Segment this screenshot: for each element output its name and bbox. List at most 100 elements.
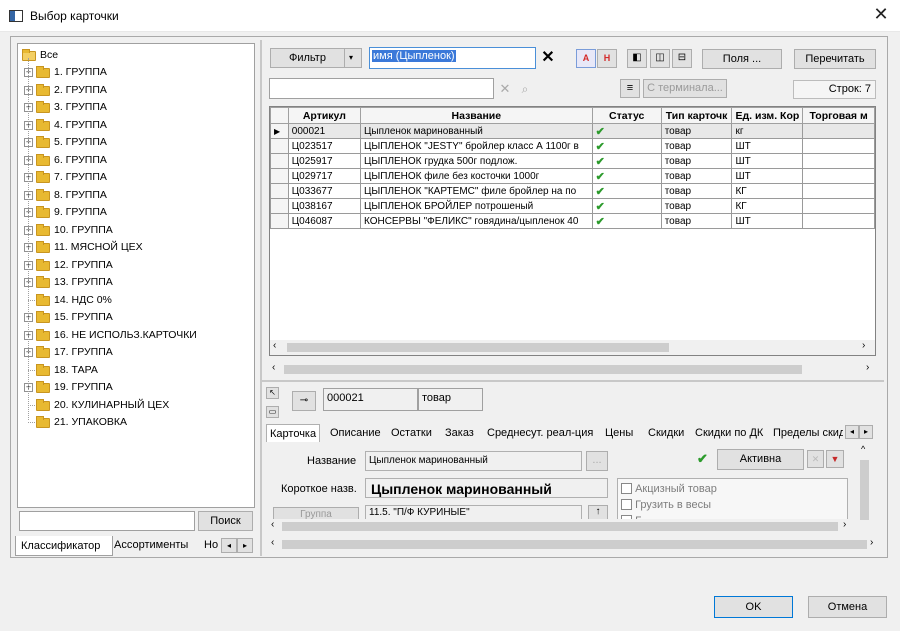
tree-item[interactable]: +19. ГРУППА [22, 379, 242, 396]
layout-columns-icon[interactable]: ◫ [650, 49, 670, 68]
short-name-field[interactable]: Цыпленок маринованный [365, 478, 608, 498]
tree-search-input[interactable] [19, 511, 195, 531]
detail-tab[interactable]: Описание [330, 424, 381, 442]
tree-item[interactable]: 18. ТАРА [22, 362, 242, 379]
column-header[interactable]: Статус [591, 107, 662, 124]
tab-assortments[interactable]: Ассортименты [114, 536, 202, 554]
cards-grid[interactable]: Артикул Название Статус Тип карточк Ед. изм.… [269, 106, 876, 356]
column-header[interactable]: Ед. изм. Кор [731, 107, 804, 124]
name-ellipsis-button[interactable]: ... [586, 451, 608, 471]
grid-hscrollbar[interactable]: ‹ › [270, 340, 875, 355]
bottom-scroll-left-icon[interactable]: ‹ [271, 537, 274, 548]
table-cell[interactable]: ШТ [731, 153, 804, 169]
classifier-tree[interactable]: Все +1. ГРУППА +2. ГРУППА +3. ГРУППА +4. ГР… [17, 43, 255, 508]
tree-item[interactable]: +7. ГРУППА [22, 169, 242, 186]
table-cell[interactable]: ШТ [731, 138, 804, 154]
tree-item[interactable]: +2. ГРУППА [22, 82, 242, 99]
flags-list[interactable]: Акцизный товар Грузить в весы Б [617, 478, 848, 519]
table-cell[interactable]: ✔ [591, 138, 662, 154]
table-cell[interactable]: ЦЫПЛЕНОК "КАРТЕМС" филе бройлер на по [360, 183, 593, 199]
table-row[interactable]: Ц029717 ЦЫПЛЕНОК филе без косточки 1000г ✔… [270, 168, 875, 184]
detail-scroll-right-icon[interactable]: › [843, 519, 846, 530]
table-cell[interactable]: ✔ [591, 153, 662, 169]
clear-status-icon[interactable]: ✕ [807, 450, 824, 468]
table-cell[interactable]: Ц038167 [287, 198, 362, 214]
table-cell[interactable] [802, 123, 875, 139]
detail-vscroll-thumb[interactable] [860, 460, 869, 520]
table-cell[interactable]: 000021 [287, 123, 362, 139]
collapse-icon[interactable]: ↖ [266, 387, 279, 399]
table-cell[interactable]: Ц046087 [287, 213, 362, 229]
detail-tab[interactable]: Пределы скид [773, 424, 843, 442]
tree-item[interactable]: +8. ГРУППА [22, 187, 242, 204]
column-header[interactable]: Название [360, 107, 593, 124]
detail-scroll-up-icon[interactable]: ^ [861, 444, 865, 454]
tree-item[interactable]: +3. ГРУППА [22, 99, 242, 116]
table-cell[interactable]: товар [660, 153, 733, 169]
table-cell[interactable]: товар [660, 198, 733, 214]
detail-tab[interactable]: Остатки [391, 424, 432, 442]
outer-scroll-left-icon[interactable]: ‹ [272, 362, 275, 373]
horizontal-splitter[interactable] [262, 380, 884, 382]
search-icon[interactable]: ⌕ [516, 80, 534, 98]
column-header[interactable]: Торговая м [802, 107, 875, 124]
detail-hscroll-thumb[interactable] [282, 522, 838, 531]
table-cell[interactable]: ШТ [731, 213, 804, 229]
clear-filter-icon[interactable]: ✕ [538, 48, 558, 69]
outer-hscroll-thumb[interactable] [284, 365, 802, 374]
tree-item[interactable]: +12. ГРУППА [22, 257, 242, 274]
bottom-hscrollbar[interactable]: ‹ › [267, 537, 881, 552]
menu-icon[interactable]: ≡ [620, 79, 640, 98]
table-cell[interactable] [802, 153, 875, 169]
status-dropdown-icon[interactable]: ▼ [826, 450, 844, 468]
tree-item[interactable]: +16. НЕ ИСПОЛЬЗ.КАРТОЧКИ [22, 327, 242, 344]
clear-search-icon[interactable]: ✕ [496, 80, 514, 98]
tree-item[interactable]: +17. ГРУППА [22, 344, 242, 361]
tab-classifier[interactable]: Классификатор [15, 536, 113, 556]
table-cell[interactable]: ЦЫПЛЕНОК грудка 500г подлож. [360, 153, 593, 169]
table-cell[interactable]: КГ [731, 183, 804, 199]
table-row[interactable]: Ц046087 КОНСЕРВЫ "ФЕЛИКС" говядина/цыплен… [270, 213, 875, 229]
detail-tab[interactable]: Скидки [648, 424, 684, 442]
tab-scroll-left-icon[interactable]: ◂ [221, 538, 237, 553]
tree-item[interactable]: +5. ГРУППА [22, 134, 242, 151]
table-cell[interactable]: Ц025917 [287, 153, 362, 169]
tree-item[interactable]: +11. МЯСНОЙ ЦЕХ [22, 239, 242, 256]
detail-scroll-left-icon[interactable]: ‹ [271, 519, 274, 530]
table-cell[interactable] [802, 213, 875, 229]
close-icon[interactable]: ✕ [868, 4, 894, 26]
table-cell[interactable]: товар [660, 138, 733, 154]
table-cell[interactable]: Ц029717 [287, 168, 362, 184]
table-row[interactable]: Ц038167 ЦЫПЛЕНОК БРОЙЛЕР потрошеный ✔ товар… [270, 198, 875, 214]
table-cell[interactable]: ✔ [591, 213, 662, 229]
ok-button[interactable]: OK [714, 596, 793, 618]
filter-value-field[interactable]: имя (Цыпленок) [369, 47, 536, 69]
table-cell[interactable] [802, 183, 875, 199]
table-cell[interactable]: ЦЫПЛЕНОК "JESTY" бройлер класс А 1100г в [360, 138, 593, 154]
tree-item[interactable]: 21. УПАКОВКА [22, 414, 242, 431]
folder-icon[interactable]: ▭ [266, 406, 279, 418]
detail-tab[interactable]: Среднесут. реал-ция [487, 424, 593, 442]
table-cell[interactable] [802, 198, 875, 214]
table-cell[interactable] [802, 138, 875, 154]
detail-tab-right-icon[interactable]: ▸ [859, 425, 873, 439]
layout-rows-icon[interactable]: ⊟ [672, 49, 692, 68]
checkbox-scales[interactable] [621, 499, 632, 510]
font-a-button[interactable]: A [576, 49, 596, 68]
fields-button[interactable]: Поля ... [702, 49, 782, 69]
table-cell[interactable]: ШТ [731, 168, 804, 184]
layout-left-icon[interactable]: ◧ [627, 49, 647, 68]
table-cell[interactable]: Ц033677 [287, 183, 362, 199]
table-cell[interactable]: кг [731, 123, 804, 139]
outer-hscrollbar[interactable]: ‹ › [268, 362, 880, 377]
tab-scroll-right-icon[interactable]: ▸ [237, 538, 253, 553]
tree-item[interactable]: +4. ГРУППА [22, 117, 242, 134]
tree-item[interactable]: 20. КУЛИНАРНЫЙ ЦЕХ [22, 397, 242, 414]
group-button[interactable]: Группа [273, 507, 359, 519]
detail-vscrollbar[interactable]: ^ [857, 444, 872, 536]
filter-button[interactable]: Фильтр ▾ [270, 48, 362, 68]
detail-tab[interactable]: Карточка [266, 424, 321, 442]
table-row[interactable]: Ц023517 ЦЫПЛЕНОК "JESTY" бройлер класс А … [270, 138, 875, 154]
table-cell[interactable]: ЦЫПЛЕНОК филе без косточки 1000г [360, 168, 593, 184]
checkbox-excise[interactable] [621, 483, 632, 494]
